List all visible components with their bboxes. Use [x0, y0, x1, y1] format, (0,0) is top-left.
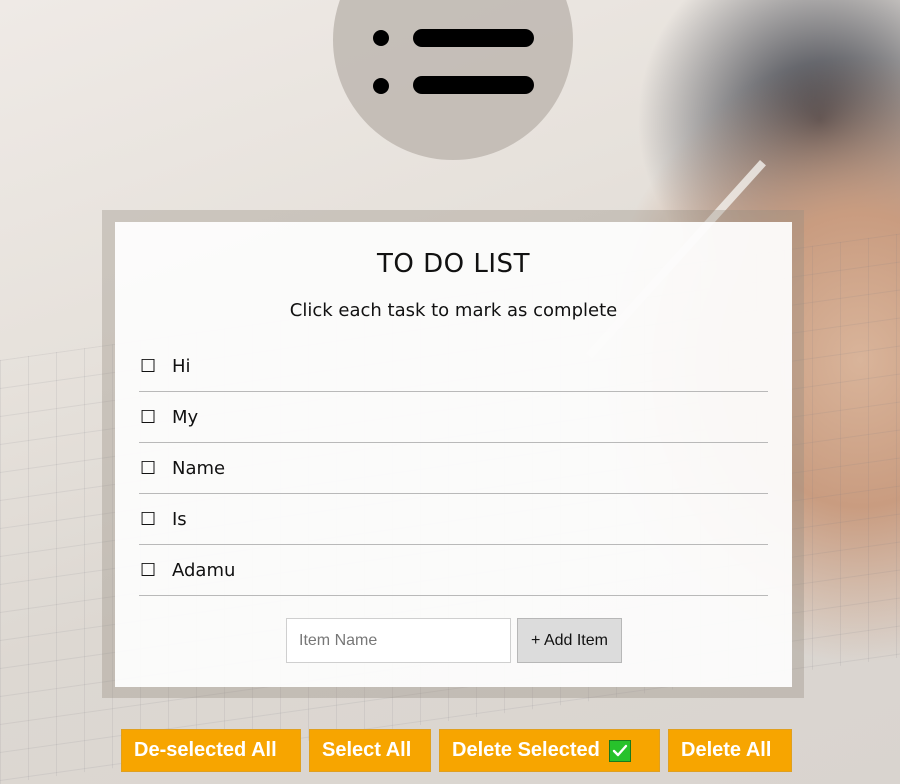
- checkmark-icon: [608, 739, 631, 762]
- checkbox-icon[interactable]: ☐: [139, 458, 172, 479]
- todo-panel: TO DO LIST Click each task to mark as co…: [115, 222, 792, 687]
- task-item-my[interactable]: ☐ My: [139, 392, 768, 443]
- task-label: My: [172, 406, 199, 428]
- task-label: Name: [172, 457, 226, 479]
- task-item-name[interactable]: ☐ Name: [139, 443, 768, 494]
- task-label: Adamu: [172, 559, 236, 581]
- list-line: [413, 76, 534, 94]
- deselect-all-button[interactable]: De-selected All: [121, 729, 301, 772]
- task-label: Hi: [172, 355, 191, 377]
- checkbox-icon[interactable]: ☐: [139, 407, 172, 428]
- deselect-all-label: De-selected All: [134, 739, 277, 761]
- delete-all-button[interactable]: Delete All: [668, 729, 792, 772]
- task-item-hi[interactable]: ☐ Hi: [139, 341, 768, 392]
- list-line: [413, 29, 534, 47]
- task-item-adamu[interactable]: ☐ Adamu: [139, 545, 768, 596]
- add-item-button[interactable]: + Add Item: [517, 618, 622, 663]
- checkbox-icon[interactable]: ☐: [139, 560, 172, 581]
- list-bullet: [373, 30, 389, 46]
- bulk-actions-bar: De-selected All Select All Delete Select…: [121, 729, 792, 772]
- select-all-button[interactable]: Select All: [309, 729, 431, 772]
- checkbox-icon[interactable]: ☐: [139, 509, 172, 530]
- item-name-input[interactable]: [286, 618, 511, 663]
- delete-all-label: Delete All: [681, 739, 772, 761]
- delete-selected-button[interactable]: Delete Selected: [439, 729, 660, 772]
- instructions-text: Click each task to mark as complete: [289, 300, 618, 321]
- select-all-label: Select All: [322, 739, 412, 761]
- task-item-is[interactable]: ☐ Is: [139, 494, 768, 545]
- delete-selected-label: Delete Selected: [452, 739, 600, 761]
- task-label: Is: [172, 508, 187, 530]
- task-list: ☐ Hi ☐ My ☐ Name ☐ Is ☐ Adamu: [139, 341, 768, 596]
- page-title: TO DO LIST: [377, 249, 530, 279]
- add-item-row: + Add Item: [286, 618, 622, 663]
- app-logo: [333, 0, 573, 160]
- checkbox-icon[interactable]: ☐: [139, 356, 172, 377]
- list-bullet: [373, 78, 389, 94]
